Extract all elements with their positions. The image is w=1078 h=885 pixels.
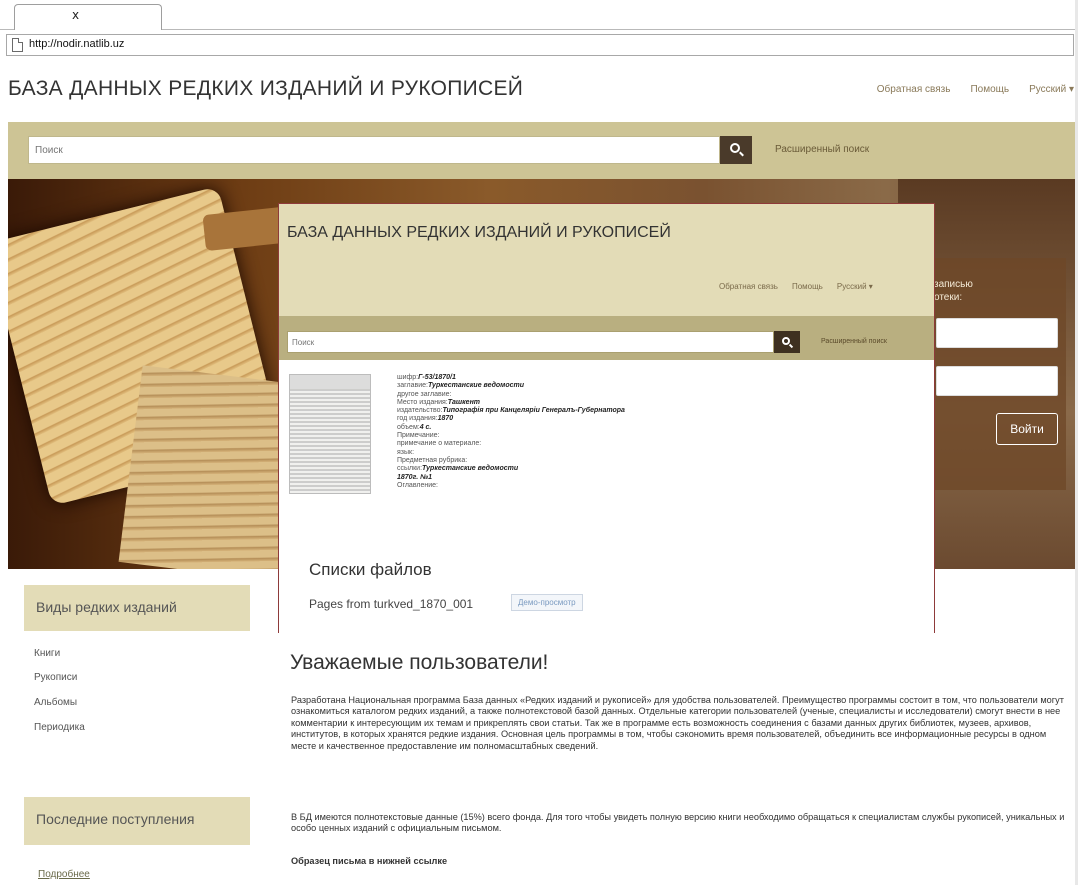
greeting-heading: Уважаемые пользователи! [290, 651, 549, 674]
sidebar-types-heading: Виды редких изданий [36, 599, 177, 615]
meta-row: заглавие:Туркестанские ведомости [397, 382, 525, 390]
nav-feedback-link[interactable]: Обратная связь [877, 84, 951, 95]
inset-nav-feedback[interactable]: Обратная связь [719, 282, 778, 291]
search-button[interactable] [720, 136, 752, 164]
meta-row: Оглавление: [397, 481, 438, 489]
nav-help-link[interactable]: Помощь [970, 84, 1009, 95]
advanced-search-link[interactable]: Расширенный поиск [775, 144, 869, 155]
record-metadata: шифр:Г-53/1870/1 заглавие:Туркестанские … [397, 374, 625, 490]
meta-row: 1870г. №1 [397, 473, 433, 481]
sidebar-item-manuscripts[interactable]: Рукописи [34, 672, 77, 683]
login-password-field[interactable] [936, 366, 1058, 396]
demo-view-button[interactable]: Демо-просмотр [511, 594, 583, 611]
meta-row: Примечание: [397, 432, 440, 440]
meta-row: другое заглавие: [397, 390, 452, 398]
browser-tabstrip: x [0, 0, 1078, 30]
record-thumbnail[interactable] [289, 374, 371, 494]
sidebar-recent-header: Последние поступления [24, 797, 250, 845]
sidebar-item-periodicals[interactable]: Периодика [34, 722, 85, 733]
meta-row: объем:4 с. [397, 423, 432, 431]
file-name[interactable]: Pages from turkved_1870_001 [309, 597, 473, 611]
intro-paragraph: Разработана Национальная программа База … [291, 695, 1064, 751]
inset-nav-language[interactable]: Русский ▾ [837, 282, 873, 291]
record-inset: БАЗА ДАННЫХ РЕДКИХ ИЗДАНИЙ И РУКОПИСЕЙ О… [278, 203, 935, 633]
sidebar-item-books[interactable]: Книги [34, 648, 60, 659]
search-band: Расширенный поиск [8, 122, 1078, 179]
inset-header: БАЗА ДАННЫХ РЕДКИХ ИЗДАНИЙ И РУКОПИСЕЙ О… [279, 204, 934, 316]
search-input[interactable] [28, 136, 720, 164]
tab-close-icon[interactable]: x [72, 8, 79, 22]
files-list-title: Списки файлов [309, 560, 432, 579]
top-nav: Обратная связь Помощь Русский ▾ [877, 84, 1074, 95]
meta-row: год издания:1870 [397, 415, 454, 423]
thumbnail-masthead [290, 375, 370, 389]
site-title: БАЗА ДАННЫХ РЕДКИХ ИЗДАНИЙ И РУКОПИСЕЙ [8, 77, 524, 100]
url-text[interactable]: http://nodir.natlib.uz [29, 38, 124, 50]
search-icon [730, 143, 740, 153]
browser-tab[interactable]: x [14, 4, 162, 30]
page-icon [12, 38, 23, 52]
letter-sample-text: Образец письма в нижней ссылке [291, 856, 448, 866]
login-panel: записью отеки: Войти [928, 258, 1066, 490]
meta-row: Место издания:Ташкент [397, 398, 481, 406]
sidebar-item-albums[interactable]: Альбомы [34, 697, 77, 708]
inset-site-title: БАЗА ДАННЫХ РЕДКИХ ИЗДАНИЙ И РУКОПИСЕЙ [287, 224, 671, 241]
inset-nav-help[interactable]: Помощь [792, 282, 823, 291]
meta-row: ссылки:Туркестанские ведомости [397, 465, 519, 473]
inset-nav: Обратная связь Помощь Русский ▾ [719, 282, 873, 291]
login-button[interactable]: Войти [996, 413, 1058, 445]
inset-record-body: шифр:Г-53/1870/1 заглавие:Туркестанские … [279, 360, 934, 633]
meta-row: примечание о материале: [397, 440, 482, 448]
sidebar-recent-heading: Последние поступления [36, 811, 195, 827]
inset-search-button[interactable] [774, 331, 800, 353]
login-hint: записью отеки: [934, 279, 973, 303]
nav-language-select[interactable]: Русский ▾ [1029, 84, 1074, 95]
more-link[interactable]: Подробнее [38, 869, 90, 880]
inset-advanced-search-link[interactable]: Расширенный поиск [821, 338, 887, 345]
address-bar[interactable]: http://nodir.natlib.uz [6, 34, 1074, 56]
sidebar-types-header: Виды редких изданий [24, 585, 250, 631]
inset-search-icon [782, 337, 790, 345]
inset-search-input[interactable] [287, 331, 774, 353]
meta-row: издательство:Типографія при Канцеляріи Г… [397, 407, 625, 415]
meta-row: язык: [397, 448, 415, 456]
fulltext-paragraph: В БД имеются полнотекстовые данные (15%)… [291, 812, 1065, 834]
inset-search-band: Расширенный поиск [279, 316, 934, 360]
login-username-field[interactable] [936, 318, 1058, 348]
